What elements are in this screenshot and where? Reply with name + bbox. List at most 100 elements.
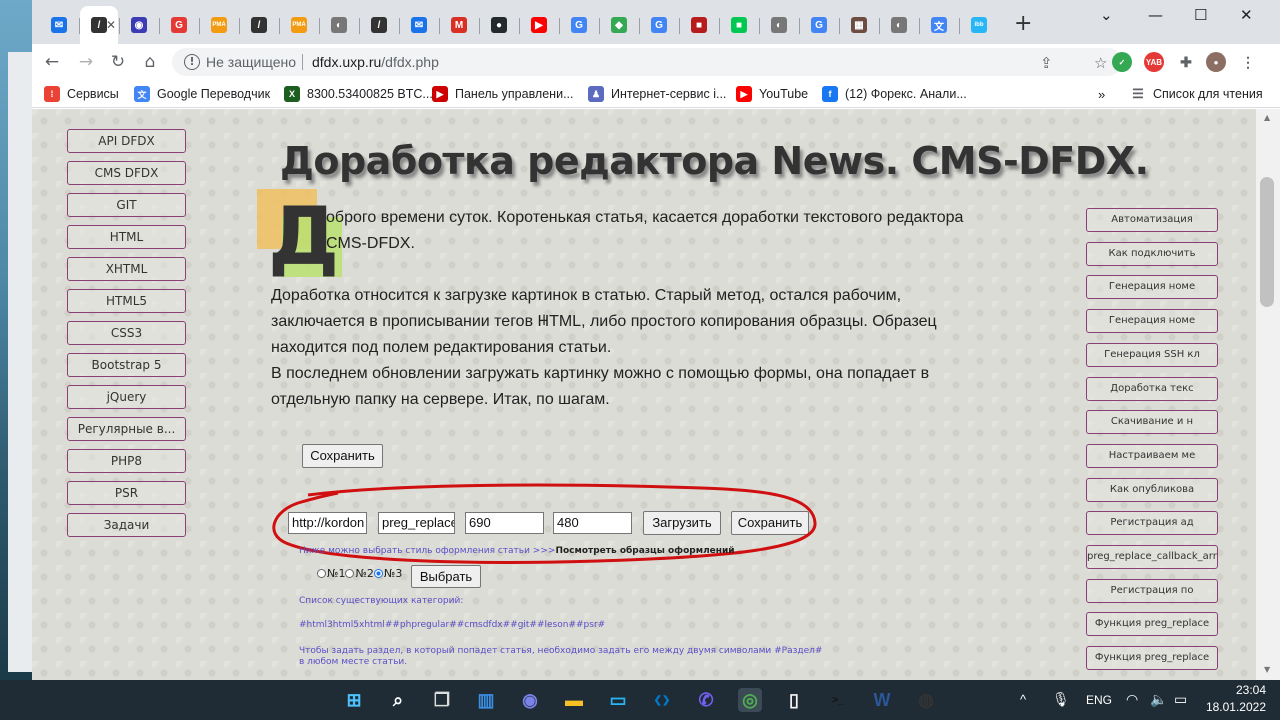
page-scrollbar[interactable]: ▲ ▼ (1256, 109, 1280, 680)
browser-tab[interactable]: ✉ (400, 10, 438, 40)
home-icon[interactable]: ⌂ (138, 50, 162, 74)
right-nav-item[interactable]: Функция preg_replace (1086, 612, 1218, 637)
bookmark-item[interactable]: X 8300.53400825 BTC... (284, 85, 433, 103)
more-bookmarks-button[interactable]: » (1098, 85, 1105, 103)
tab-search-button[interactable]: ⌄ (1100, 6, 1113, 24)
left-nav-item[interactable]: CMS DFDX (67, 161, 186, 185)
choose-button[interactable]: Выбрать (411, 565, 481, 588)
warning-icon[interactable]: ! (184, 54, 200, 70)
right-nav-item[interactable]: Как подключить (1086, 241, 1218, 266)
browser-tab[interactable]: / (240, 10, 278, 40)
left-nav-item[interactable]: GIT (67, 193, 186, 217)
browser-tab[interactable]: M (440, 10, 478, 40)
widgets-icon[interactable]: ▥ (474, 688, 498, 712)
scroll-down-icon[interactable]: ▼ (1264, 665, 1270, 674)
browser-tab[interactable]: ▦ (840, 10, 878, 40)
browser-tab[interactable]: ■ (720, 10, 758, 40)
reload-icon[interactable]: ↻ (106, 50, 130, 74)
close-window-button[interactable]: ✕ (1240, 6, 1253, 24)
browser-tab[interactable]: ◐ (320, 10, 358, 40)
right-nav-item[interactable]: Автоматизация (1086, 208, 1218, 232)
left-nav-item[interactable]: PHP8 (67, 449, 186, 473)
new-tab-button[interactable]: + (1014, 13, 1032, 35)
windows-start-icon[interactable]: ⊞ (342, 688, 366, 712)
clock-date[interactable]: 18.01.2022 (1200, 700, 1266, 714)
word-icon[interactable]: W (870, 688, 894, 712)
forward-icon[interactable]: → (74, 50, 98, 74)
scroll-thumb[interactable] (1260, 177, 1274, 307)
task-view-icon[interactable]: ❐ (430, 688, 454, 712)
maximize-button[interactable]: ☐ (1194, 6, 1207, 24)
browser-tab[interactable]: ◆ (600, 10, 638, 40)
browser-tab[interactable]: ◐ (880, 10, 918, 40)
scroll-up-icon[interactable]: ▲ (1264, 113, 1270, 122)
left-nav-item[interactable]: Задачи (67, 513, 186, 537)
browser-tab[interactable]: ✉ (40, 10, 78, 40)
profile-avatar[interactable]: ● (1206, 52, 1226, 72)
right-nav-item[interactable]: Генерация SSH кл (1086, 342, 1218, 367)
left-nav-item[interactable]: HTML (67, 225, 186, 249)
browser-tab[interactable]: ● (480, 10, 518, 40)
close-tab-icon[interactable]: ✕ (106, 18, 116, 32)
browser-tab[interactable]: ◐ (760, 10, 798, 40)
back-icon[interactable]: ← (40, 50, 64, 74)
browser-tab[interactable]: G (640, 10, 678, 40)
viber-icon[interactable]: ✆ (694, 688, 718, 712)
right-nav-item[interactable]: Доработка текс (1086, 376, 1218, 401)
right-nav-item[interactable]: preg_replace_callback_array (1086, 545, 1218, 569)
bookmark-item[interactable]: ♟ Интернет-сервис i... (588, 85, 726, 103)
right-nav-item[interactable]: Настраиваем ме (1086, 443, 1218, 468)
security-status[interactable]: Не защищено (206, 54, 296, 70)
bookmark-item[interactable]: f (12) Форекс. Анали... (822, 85, 967, 103)
menu-kebab-icon[interactable]: ⋮ (1238, 52, 1258, 72)
bookmark-item[interactable]: ⁞ Сервисы (44, 85, 119, 103)
style-radio-2[interactable] (345, 569, 355, 578)
vscode-icon[interactable]: ❮❯ (650, 688, 674, 712)
browser-tab[interactable]: G (560, 10, 598, 40)
url-text[interactable]: dfdx.uxp.ru/dfdx.php (312, 54, 439, 70)
left-nav-item[interactable]: CSS3 (67, 321, 186, 345)
search-icon[interactable]: ⌕ (386, 688, 410, 712)
style-radio-3[interactable] (373, 569, 383, 578)
browser-tab[interactable]: PMA (280, 10, 318, 40)
browser-tab[interactable]: 文 (920, 10, 958, 40)
monitor-icon[interactable]: ▭ (606, 688, 630, 712)
obs-icon[interactable]: ◍ (914, 688, 938, 712)
right-nav-item[interactable]: Генерация номе (1086, 275, 1218, 300)
language-indicator[interactable]: ENG (1086, 693, 1112, 707)
terminal-icon[interactable]: >_ (826, 688, 850, 712)
tray-chevron-icon[interactable]: ^ (1020, 692, 1026, 707)
right-nav-item[interactable]: Как опубликова (1086, 477, 1218, 502)
right-nav-item[interactable]: Генерация номе (1086, 309, 1218, 334)
reading-list-button[interactable]: ☰ Список для чтения (1130, 85, 1262, 103)
yab-extension-icon[interactable]: YAB (1144, 52, 1164, 72)
minimize-button[interactable]: — (1148, 6, 1163, 24)
style-samples-link[interactable]: Посмотреть образцы оформлений (555, 546, 734, 556)
chrome-icon[interactable]: ◎ (738, 688, 762, 712)
bookmark-item[interactable]: ▶ Панель управлени... (432, 85, 573, 103)
browser-tab[interactable]: / ✕ (80, 6, 118, 44)
bookmark-item[interactable]: ▶ YouTube (736, 85, 808, 103)
browser-tab[interactable]: ■ (680, 10, 718, 40)
left-nav-item[interactable]: XHTML (67, 257, 186, 281)
browser-tab[interactable]: ▶ (520, 10, 558, 40)
browser-tab[interactable]: PMA (200, 10, 238, 40)
clock-time[interactable]: 23:04 (1226, 683, 1266, 697)
left-nav-item[interactable]: HTML5 (67, 289, 186, 313)
browser-tab[interactable]: / (360, 10, 398, 40)
right-nav-item[interactable]: Регистрация ад (1086, 511, 1218, 536)
shield-extension-icon[interactable]: ✓ (1112, 52, 1132, 72)
teams-chat-icon[interactable]: ◉ (518, 688, 542, 712)
battery-icon[interactable]: ▭ (1174, 691, 1187, 708)
wifi-icon[interactable]: ◠ (1126, 691, 1138, 708)
left-nav-item[interactable]: Bootstrap 5 (67, 353, 186, 377)
notepad-icon[interactable]: ▯ (782, 688, 806, 712)
share-icon[interactable]: ⇪ (1040, 54, 1053, 72)
bookmark-star-icon[interactable]: ☆ (1094, 54, 1107, 72)
right-nav-item[interactable]: Регистрация по (1086, 578, 1218, 603)
browser-tab[interactable]: ◉ (120, 10, 158, 40)
right-nav-item[interactable]: Скачивание и н (1086, 410, 1218, 435)
save-button-top[interactable]: Сохранить (302, 444, 383, 468)
style-radio-1[interactable] (317, 569, 326, 578)
left-nav-item[interactable]: Регулярные в... (67, 417, 186, 441)
